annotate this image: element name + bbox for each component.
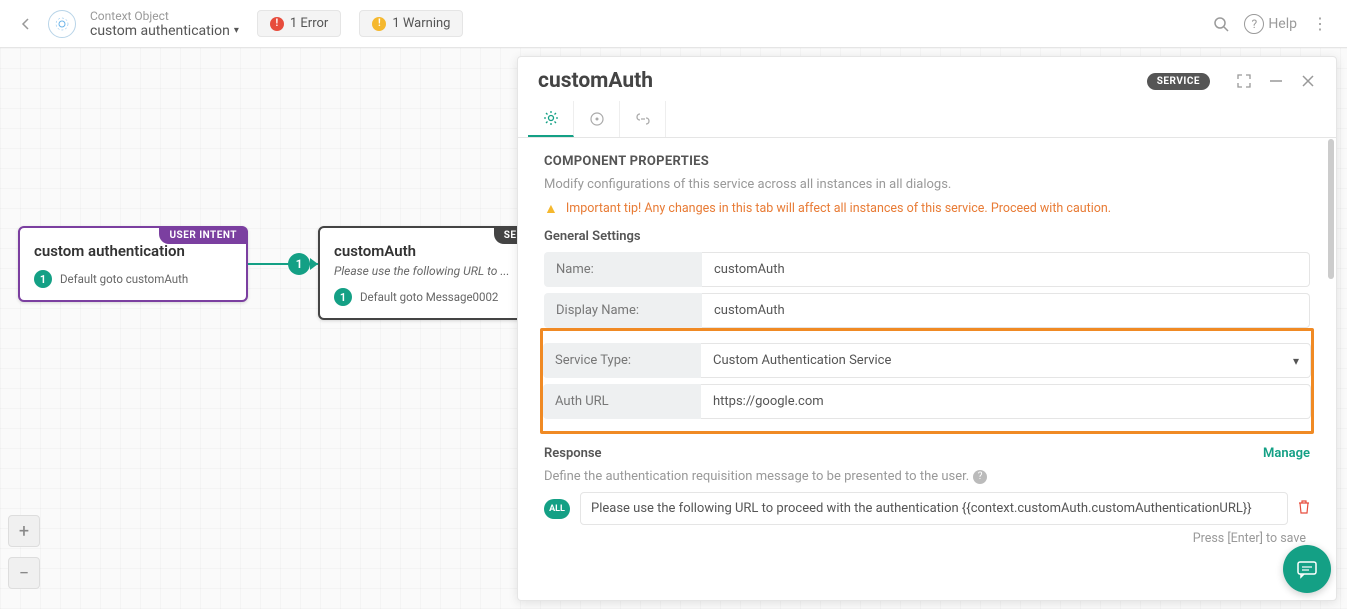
- zoom-controls: + −: [8, 515, 40, 589]
- target-icon: [589, 111, 605, 127]
- service-badge: SERVICE: [1147, 73, 1210, 90]
- chevron-down-icon: ▾: [234, 25, 239, 36]
- field-service-type: Service Type: Custom Authentication Serv…: [543, 343, 1311, 378]
- alert-row: ▲ Important tip! Any changes in this tab…: [544, 200, 1310, 217]
- kebab-menu[interactable]: ⋮: [1305, 9, 1335, 39]
- warning-label: 1 Warning: [392, 16, 450, 31]
- name-label: Name:: [544, 252, 702, 287]
- error-icon: !: [270, 17, 284, 31]
- warning-triangle-icon: ▲: [544, 200, 558, 217]
- error-pill[interactable]: ! 1 Error: [257, 10, 341, 37]
- tab-instance[interactable]: [574, 101, 620, 137]
- all-badge: ALL: [544, 499, 570, 519]
- panel-body: COMPONENT PROPERTIES Modify configuratio…: [518, 138, 1336, 600]
- zoom-out-button[interactable]: −: [8, 557, 40, 589]
- alert-text: Important tip! Any changes in this tab w…: [566, 201, 1111, 216]
- gear-icon: [543, 110, 559, 126]
- auth-url-input[interactable]: [701, 384, 1311, 419]
- tab-connections[interactable]: [620, 101, 666, 137]
- goto-text: Default goto Message0002: [360, 290, 498, 304]
- node-subtitle: Please use the following URL to ...: [334, 264, 542, 278]
- tab-settings[interactable]: [528, 101, 574, 137]
- breadcrumb: Context Object custom authentication ▾: [90, 9, 239, 39]
- panel-header: customAuth SERVICE: [518, 57, 1336, 101]
- field-auth-url: Auth URL: [543, 384, 1311, 419]
- minimize-button[interactable]: [1264, 69, 1288, 93]
- display-name-label: Display Name:: [544, 293, 702, 328]
- close-button[interactable]: [1296, 69, 1320, 93]
- help-button[interactable]: ? Help: [1244, 14, 1297, 34]
- panel-title: customAuth: [538, 69, 1147, 93]
- section-desc: Modify configurations of this service ac…: [544, 177, 1310, 192]
- properties-panel: customAuth SERVICE COMPONENT PROPERTIES …: [517, 56, 1337, 601]
- response-desc: Define the authentication requisition me…: [544, 469, 1310, 484]
- help-tooltip-icon[interactable]: ?: [973, 470, 987, 484]
- display-name-input[interactable]: [702, 293, 1310, 328]
- response-desc-text: Define the authentication requisition me…: [544, 469, 969, 484]
- breadcrumb-dropdown[interactable]: custom authentication ▾: [90, 23, 239, 39]
- field-name: Name:: [544, 252, 1310, 287]
- connector-badge[interactable]: 1: [288, 253, 310, 275]
- service-type-label: Service Type:: [543, 343, 701, 378]
- step-badge: 1: [334, 288, 352, 306]
- panel-tabs: [518, 101, 1336, 138]
- node-title: customAuth: [334, 242, 542, 260]
- error-label: 1 Error: [290, 16, 328, 31]
- search-button[interactable]: [1206, 9, 1236, 39]
- manage-link[interactable]: Manage: [1263, 446, 1310, 461]
- step-badge: 1: [34, 270, 52, 288]
- auth-url-label: Auth URL: [543, 384, 701, 419]
- goto-text: Default goto customAuth: [60, 272, 188, 286]
- topbar: Context Object custom authentication ▾ !…: [0, 0, 1347, 48]
- general-settings-title: General Settings: [544, 229, 1310, 244]
- delete-icon[interactable]: [1298, 500, 1310, 518]
- response-input[interactable]: [580, 492, 1288, 525]
- app-icon: [48, 10, 76, 38]
- chat-fab[interactable]: [1283, 545, 1331, 593]
- help-icon: ?: [1244, 14, 1264, 34]
- response-title: Response: [544, 446, 1263, 461]
- node-goto: 1 Default goto customAuth: [34, 270, 232, 288]
- service-type-select[interactable]: Custom Authentication Service: [701, 343, 1311, 378]
- breadcrumb-label: Context Object: [90, 9, 239, 23]
- warning-pill[interactable]: ! 1 Warning: [359, 10, 463, 37]
- highlighted-section: Service Type: Custom Authentication Serv…: [540, 328, 1314, 434]
- node-goto: 1 Default goto Message0002: [334, 288, 542, 306]
- user-intent-tag: USER INTENT: [159, 227, 247, 244]
- response-row: ALL: [544, 492, 1310, 525]
- hint-text: Press [Enter] to save: [544, 531, 1306, 546]
- name-input[interactable]: [702, 252, 1310, 287]
- help-label: Help: [1268, 16, 1297, 32]
- warning-icon: !: [372, 17, 386, 31]
- node-user-intent[interactable]: USER INTENT custom authentication 1 Defa…: [18, 226, 248, 302]
- response-header: Response Manage: [544, 446, 1310, 461]
- chat-icon: [1296, 558, 1318, 580]
- link-icon: [635, 111, 651, 127]
- node-title: custom authentication: [34, 242, 232, 260]
- back-button[interactable]: [12, 10, 40, 38]
- connector-arrow-icon: [310, 258, 318, 270]
- section-title: COMPONENT PROPERTIES: [544, 154, 1310, 169]
- zoom-in-button[interactable]: +: [8, 515, 40, 547]
- breadcrumb-value-text: custom authentication: [90, 23, 230, 39]
- field-display-name: Display Name:: [544, 293, 1310, 328]
- scrollbar-thumb[interactable]: [1328, 139, 1334, 279]
- expand-button[interactable]: [1232, 69, 1256, 93]
